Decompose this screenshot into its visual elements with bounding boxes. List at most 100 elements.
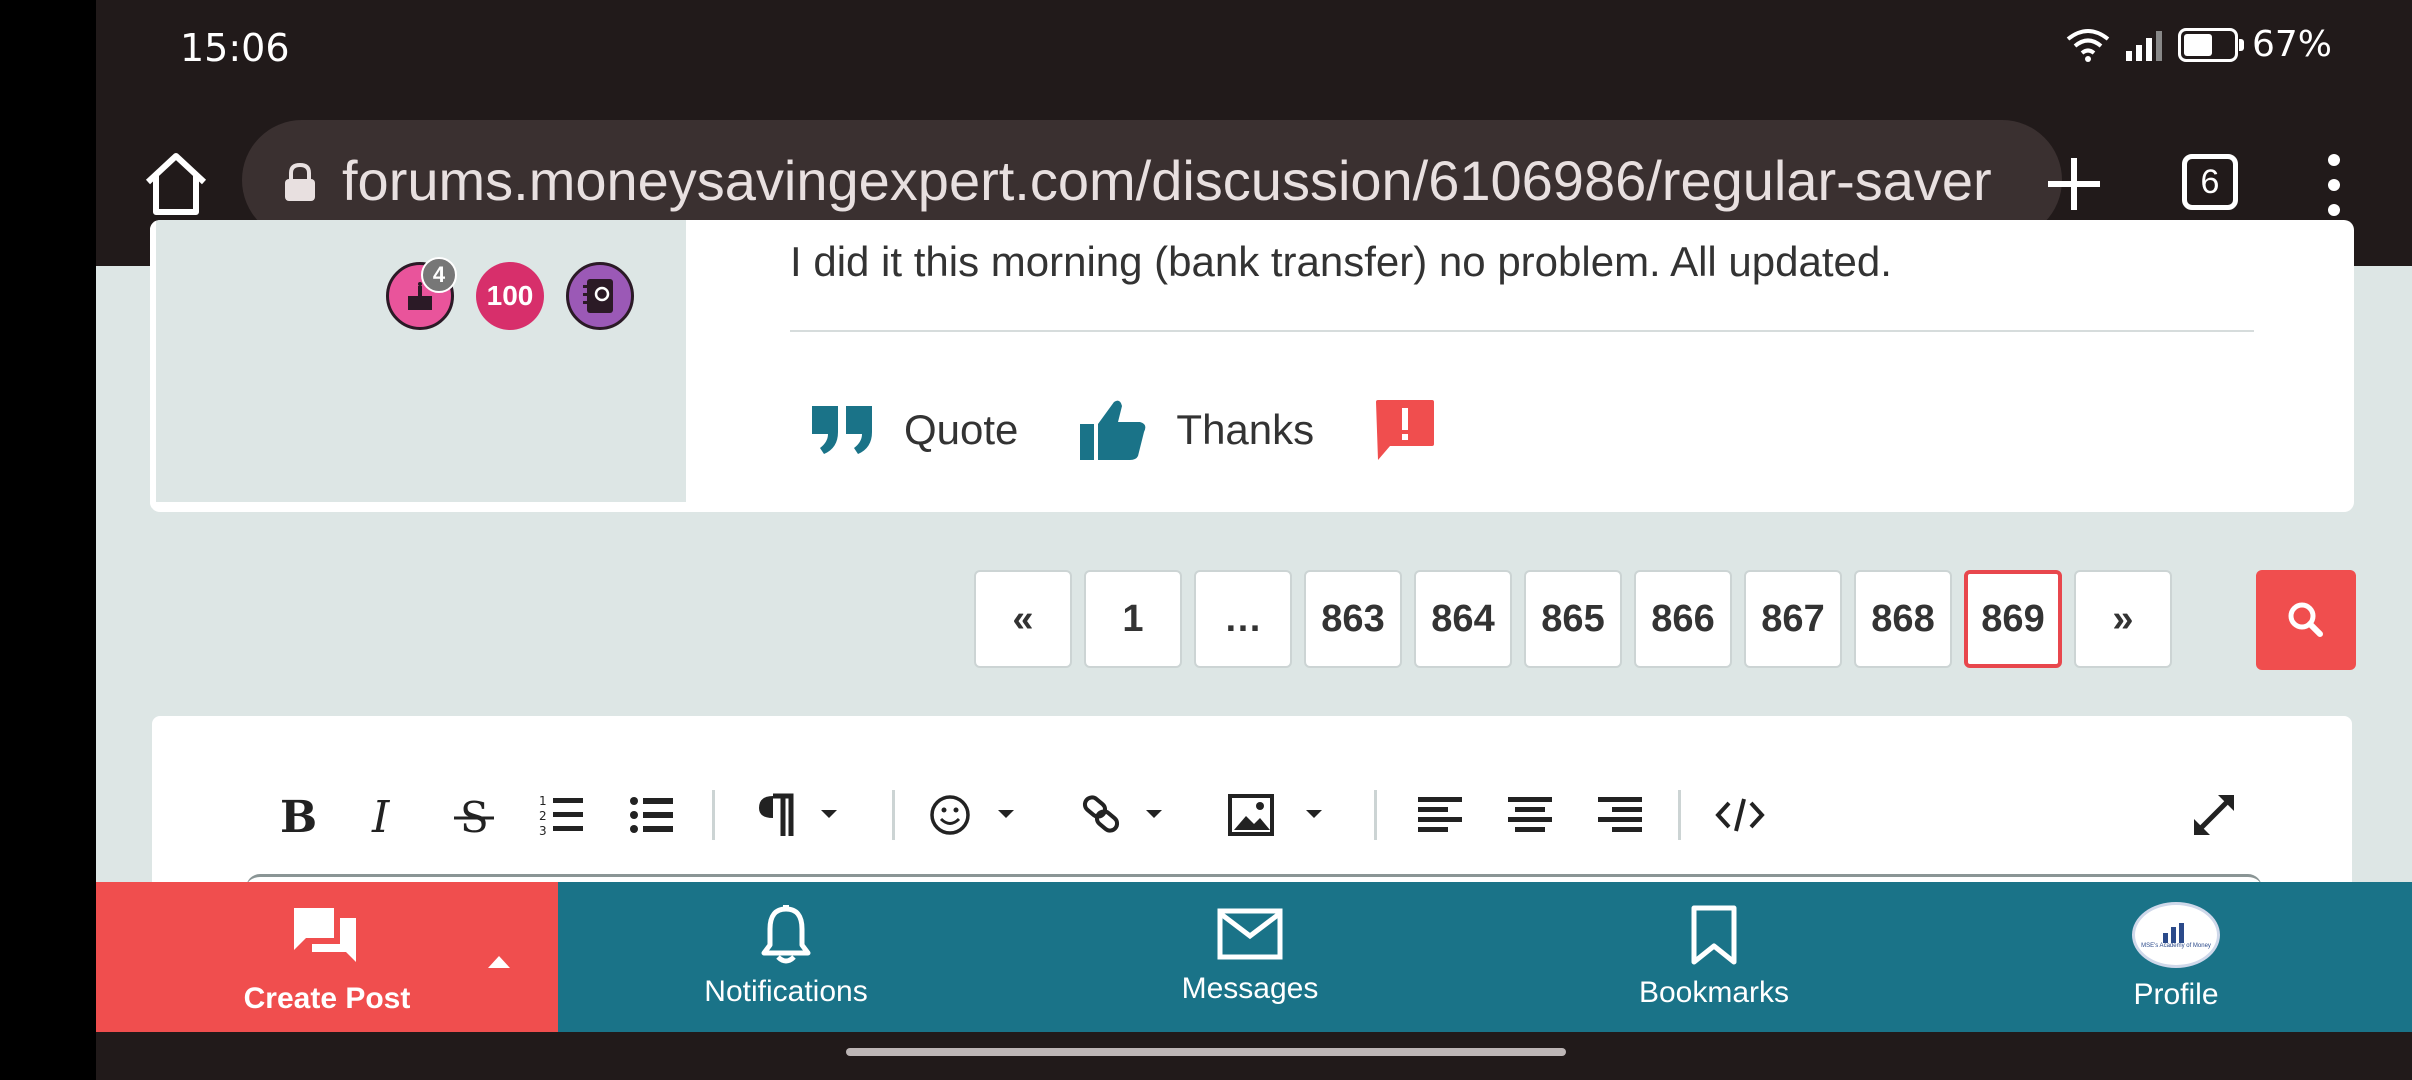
notifications-label: Notifications	[704, 975, 868, 1008]
author-badges: 4 100	[386, 257, 634, 330]
bullet-list-button[interactable]	[624, 770, 680, 860]
page-link[interactable]: 867	[1744, 570, 1842, 668]
bookmark-icon	[1691, 905, 1737, 965]
italic-button[interactable]: I	[358, 770, 414, 860]
post-body: I did it this morning (bank transfer) no…	[790, 238, 1892, 285]
emoji-button[interactable]	[928, 770, 1028, 860]
thanks-label: Thanks	[1176, 406, 1315, 453]
align-right-button[interactable]	[1592, 770, 1648, 860]
tab-count-button[interactable]: 6	[2182, 154, 2238, 210]
bold-icon: B	[280, 792, 316, 838]
strikethrough-icon: S	[454, 793, 494, 838]
link-icon	[1082, 795, 1162, 833]
italic-icon: I	[371, 792, 391, 838]
url-text[interactable]: forums.moneysavingexpert.com/discussion/…	[342, 148, 2032, 213]
page-ellipsis[interactable]: …	[1194, 570, 1292, 668]
battery-icon	[2177, 27, 2244, 62]
page-link[interactable]: 863	[1304, 570, 1402, 668]
link-button[interactable]	[1080, 770, 1180, 860]
lock-icon	[285, 162, 315, 201]
profile-avatar-text: MSE's Academy of Money	[2141, 943, 2211, 949]
wifi-icon	[2066, 28, 2110, 62]
bold-button[interactable]: B	[268, 770, 324, 860]
status-bar: 15:06 67%	[96, 0, 2412, 100]
ordered-list-icon: 1 2 3	[539, 794, 583, 838]
image-icon	[1228, 794, 1322, 836]
strikethrough-button[interactable]: S	[446, 770, 502, 860]
messages-label: Messages	[1181, 972, 1319, 1005]
svg-text:S: S	[460, 793, 489, 838]
toolbar-separator	[1374, 790, 1377, 840]
toolbar-separator	[1678, 790, 1681, 840]
page-current[interactable]: 869	[1964, 570, 2062, 668]
report-flag-icon[interactable]	[1374, 398, 1436, 462]
status-time: 15:06	[180, 26, 290, 70]
post-divider	[790, 330, 2254, 332]
page-link[interactable]: 866	[1634, 570, 1732, 668]
phone-screen: 15:06 67% forums.moneysavingexpert.com/d…	[96, 0, 2412, 1080]
create-post-label: Create Post	[243, 982, 411, 1015]
expand-icon	[2194, 795, 2234, 835]
thumbs-up-icon	[1080, 400, 1146, 460]
page-first[interactable]: 1	[1084, 570, 1182, 668]
gesture-bar	[96, 1032, 2412, 1080]
page-link[interactable]: 864	[1414, 570, 1512, 668]
emoji-icon	[930, 795, 1014, 835]
svg-text:1: 1	[539, 794, 547, 808]
bookmarks-label: Bookmarks	[1638, 976, 1790, 1009]
cake-badge[interactable]: 4	[386, 257, 457, 330]
align-center-icon	[1508, 797, 1552, 832]
bullet-list-icon	[630, 797, 673, 833]
fullscreen-button[interactable]	[2184, 770, 2244, 860]
system-icons: 67%	[2066, 24, 2332, 65]
nav-profile[interactable]: MSE's Academy of Money Profile	[2076, 882, 2276, 1032]
nav-messages[interactable]: Messages	[1150, 882, 1350, 1032]
page-prev[interactable]: «	[974, 570, 1072, 668]
home-indicator[interactable]	[846, 1048, 1566, 1056]
signal-icon	[2125, 30, 2162, 61]
envelope-icon	[1217, 908, 1283, 960]
code-icon	[1715, 798, 1765, 832]
quote-label: Quote	[904, 406, 1019, 453]
toolbar-separator	[892, 790, 895, 840]
quote-icon	[812, 406, 872, 454]
chart-logo-icon	[2163, 923, 2184, 943]
battery-percent: 67%	[2251, 24, 2332, 65]
page-link[interactable]: 865	[1524, 570, 1622, 668]
search-icon	[2288, 602, 2323, 637]
image-button[interactable]	[1226, 770, 1336, 860]
ordered-list-button[interactable]: 1 2 3	[534, 770, 590, 860]
caret-up-icon[interactable]	[486, 954, 512, 970]
nav-notifications[interactable]: Notifications	[686, 882, 886, 1032]
address-book-badge[interactable]	[566, 262, 634, 330]
profile-avatar: MSE's Academy of Money	[2132, 902, 2220, 968]
cake-count: 4	[421, 257, 457, 293]
address-book-icon	[583, 279, 613, 313]
code-view-button[interactable]	[1710, 770, 1770, 860]
paragraph-icon	[759, 793, 837, 836]
align-center-button[interactable]	[1502, 770, 1558, 860]
page-next[interactable]: »	[2074, 570, 2172, 668]
more-menu-icon[interactable]	[2324, 150, 2344, 220]
svg-text:I: I	[371, 792, 391, 838]
search-button[interactable]	[2256, 570, 2356, 670]
align-left-button[interactable]	[1412, 770, 1468, 860]
home-icon[interactable]	[136, 144, 216, 224]
page-link[interactable]: 868	[1854, 570, 1952, 668]
new-tab-icon[interactable]	[2034, 144, 2114, 224]
bottom-navigation: Create Post Notifications Messages Bookm…	[96, 882, 2412, 1032]
align-right-icon	[1598, 797, 1642, 832]
bell-icon	[761, 905, 811, 964]
pagination: « 1 … 863 864 865 866 867 868 869 »	[974, 570, 2172, 668]
quote-button[interactable]: Quote	[810, 404, 1018, 456]
svg-text:B: B	[280, 792, 316, 838]
nav-bookmarks[interactable]: Bookmarks	[1614, 882, 1814, 1032]
toolbar-separator	[712, 790, 715, 840]
post-actions: Quote Thanks	[810, 380, 1436, 480]
align-left-icon	[1418, 797, 1462, 832]
thanks-button[interactable]: Thanks	[1078, 398, 1314, 462]
hundred-badge[interactable]: 100	[476, 262, 544, 330]
create-post-button[interactable]: Create Post	[96, 882, 558, 1032]
paragraph-format-button[interactable]	[746, 770, 846, 860]
chat-bubbles-icon	[294, 908, 356, 962]
